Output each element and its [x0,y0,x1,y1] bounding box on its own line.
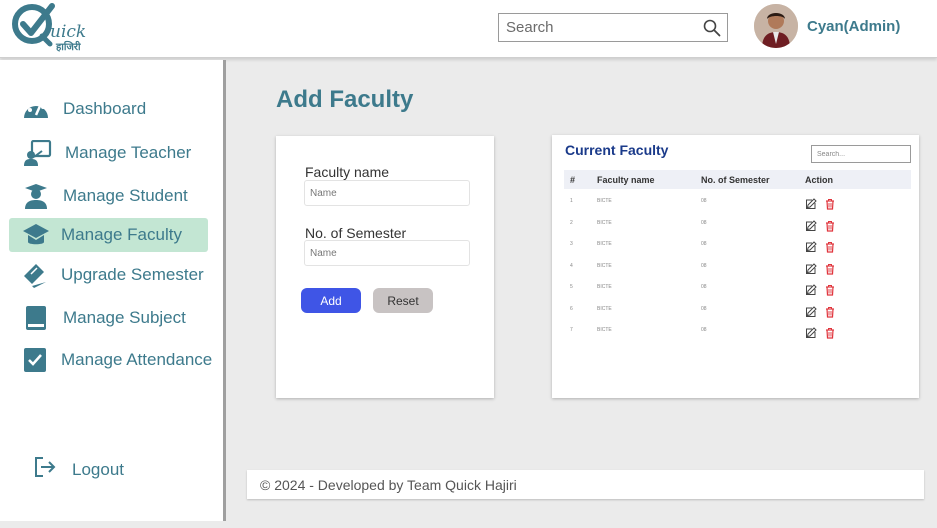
row-semesters: 08 [701,241,707,247]
table-row: 1 BICTE 08 [564,191,911,212]
current-faculty-table: Current Faculty # Faculty name No. of Se… [552,135,919,398]
faculty-name-input[interactable] [304,180,470,206]
teacher-icon [23,140,53,166]
row-faculty-name: BICTE [597,305,612,312]
logo-subtext: हाजिरी [56,42,81,53]
student-icon [21,183,51,209]
sidebar-item-label: Dashboard [63,99,147,118]
faculty-name-label: Faculty name [305,164,390,180]
delete-icon[interactable] [824,327,836,339]
table-row: 3 BICTE 08 [564,234,911,255]
sidebar-item-manage-attendance[interactable]: Manage Attendance [9,343,212,377]
row-number: 7 [570,327,573,333]
edit-icon[interactable] [805,262,817,275]
sidebar-item-manage-student[interactable]: Manage Student [9,179,208,213]
dashboard-icon [21,96,51,122]
row-number: 6 [570,305,573,312]
search-input[interactable] [499,14,689,41]
sidebar-item-manage-teacher[interactable]: Manage Teacher [9,136,208,170]
sidebar-item-label: Manage Subject [63,308,186,327]
row-faculty-name: BICTE [597,262,612,269]
row-semesters: 08 [701,219,707,226]
edit-icon[interactable] [805,219,817,232]
row-number: 2 [570,219,573,226]
edit-icon[interactable] [805,284,817,296]
sidebar-item-manage-faculty[interactable]: Manage Faculty [9,218,208,252]
column-header-number: # [570,175,576,185]
delete-icon[interactable] [824,241,836,253]
sidebar-item-upgrade-semester[interactable]: Upgrade Semester [9,258,208,292]
sidebar-item-label: Manage Faculty [61,225,182,244]
row-semesters: 08 [701,198,707,204]
user-avatar-icon [754,4,798,48]
row-faculty-name: BICTE [597,284,612,290]
subject-icon [21,305,51,331]
attendance-icon [21,347,49,373]
footer: © 2024 - Developed by Team Quick Hajiri [247,470,924,499]
logout-icon [34,456,56,483]
edit-icon[interactable] [805,305,817,318]
app-logo[interactable]: uick हाजिरी [12,2,92,54]
avatar[interactable] [754,4,798,48]
table-row: 2 BICTE 08 [564,213,911,234]
row-semesters: 08 [701,284,707,290]
top-header: uick हाजिरी Cyan(Admin) [0,0,937,58]
column-header-semesters: No. of Semester [701,175,770,185]
table-row: 5 BICTE 08 [564,277,911,298]
column-header-faculty-name: Faculty name [597,175,655,185]
table-title: Current Faculty [565,142,669,158]
sidebar-item-label: Manage Teacher [65,143,192,162]
column-header-action: Action [805,175,833,185]
delete-icon[interactable] [824,220,836,232]
row-number: 3 [570,241,573,247]
table-row: 4 BICTE 08 [564,256,911,277]
search-icon[interactable] [703,19,721,37]
row-semesters: 08 [701,327,707,333]
edit-icon[interactable] [805,241,817,253]
logout-label: Logout [72,459,124,479]
semester-icon [21,262,51,288]
delete-icon[interactable] [824,263,836,275]
add-button[interactable]: Add [301,288,361,313]
row-number: 4 [570,262,573,269]
sidebar-item-manage-subject[interactable]: Manage Subject [9,301,208,335]
delete-icon[interactable] [824,284,836,296]
edit-icon[interactable] [805,198,817,210]
table-search-input[interactable] [811,145,911,163]
logout-button[interactable]: Logout [34,456,124,483]
row-number: 5 [570,284,573,290]
sidebar-item-label: Upgrade Semester [61,265,204,284]
faculty-icon [21,222,51,248]
add-faculty-form: Faculty name No. of Semester Add Reset [276,136,494,398]
row-semesters: 08 [701,305,707,312]
footer-text: © 2024 - Developed by Team Quick Hajiri [260,477,517,493]
semester-count-label: No. of Semester [305,225,407,241]
row-faculty-name: BICTE [597,241,612,247]
semester-count-input[interactable] [304,240,470,266]
row-faculty-name: BICTE [597,327,612,333]
user-name[interactable]: Cyan(Admin) [807,18,900,35]
page-title: Add Faculty [276,86,414,113]
row-faculty-name: BICTE [597,198,612,204]
delete-icon[interactable] [824,306,836,318]
reset-button[interactable]: Reset [373,288,433,313]
row-number: 1 [570,198,573,204]
sidebar-item-label: Manage Student [63,186,188,205]
global-search [498,13,728,42]
sidebar-item-label: Manage Attendance [61,350,213,369]
table-row: 6 BICTE 08 [564,299,911,320]
row-faculty-name: BICTE [597,219,612,226]
sidebar: Dashboard Manage Teacher Manage Student [0,60,226,521]
table-header: # Faculty name No. of Semester Action [564,170,911,189]
row-semesters: 08 [701,262,707,269]
delete-icon[interactable] [824,198,836,210]
table-row: 7 BICTE 08 [564,320,911,341]
edit-icon[interactable] [805,327,817,339]
sidebar-item-dashboard[interactable]: Dashboard [9,92,208,126]
